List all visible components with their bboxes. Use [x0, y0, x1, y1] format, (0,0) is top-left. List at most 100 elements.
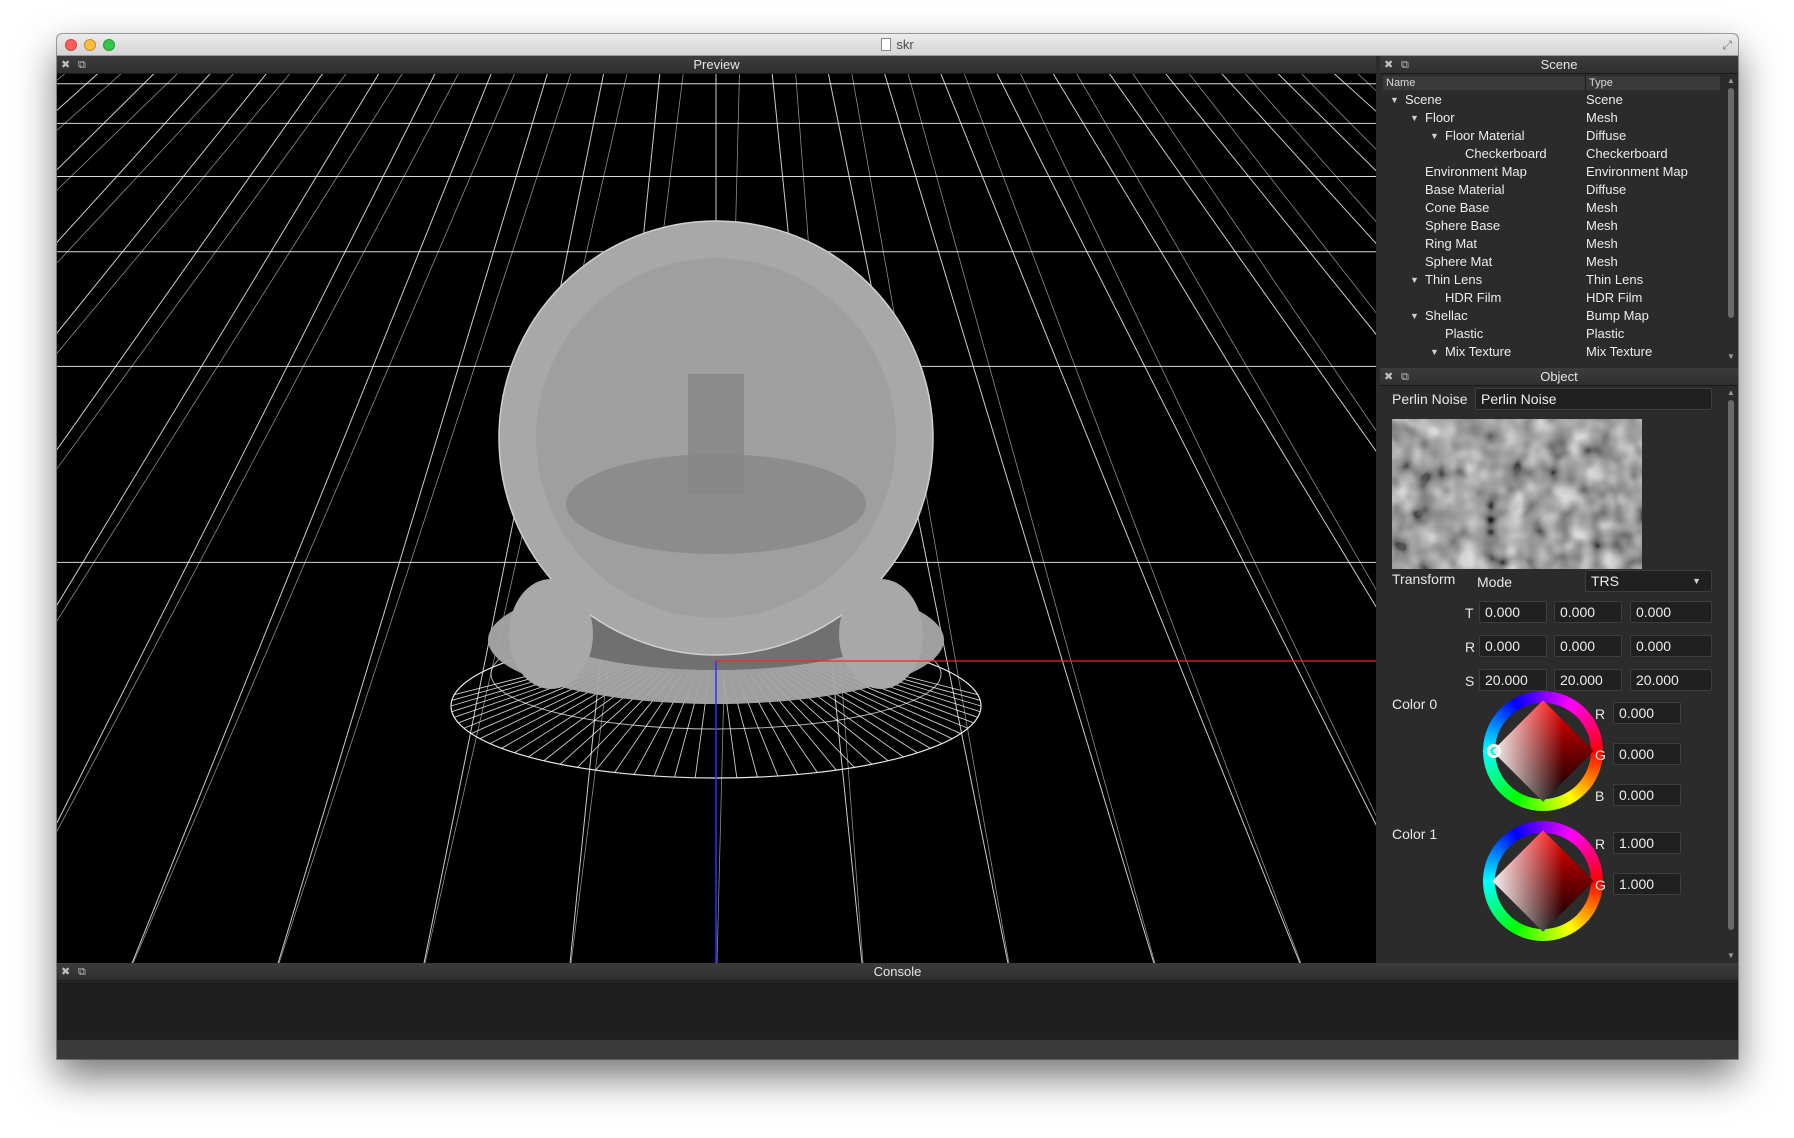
object-name-field[interactable]: Perlin Noise: [1475, 388, 1712, 410]
object-float-icon[interactable]: ⧉: [1401, 368, 1409, 386]
scene-float-icon[interactable]: ⧉: [1401, 56, 1409, 74]
grid-line: [57, 74, 116, 963]
grid-line: [57, 74, 296, 963]
expand-arrow-icon[interactable]: ▼: [1430, 127, 1439, 145]
tree-row[interactable]: ▼ Floor Mesh: [1383, 109, 1720, 127]
scene-panel-title-bar: ✖ ⧉ Scene: [1380, 56, 1738, 74]
scene-close-icon[interactable]: ✖: [1384, 56, 1393, 74]
tree-row[interactable]: Sphere Mat Mesh: [1383, 253, 1720, 271]
scale-y-field[interactable]: 20.000: [1554, 669, 1622, 691]
name-column-header[interactable]: Name: [1383, 76, 1586, 90]
rotate-y-field[interactable]: 0.000: [1554, 635, 1622, 657]
tree-row[interactable]: Base Material Diffuse: [1383, 181, 1720, 199]
mode-label: Mode: [1477, 574, 1513, 590]
noise-texture-image: [1392, 419, 1642, 569]
tree-row[interactable]: ▼ Floor Material Diffuse: [1383, 127, 1720, 145]
color0-r-field[interactable]: 0.000: [1613, 702, 1681, 724]
scene-tree[interactable]: Name Type ▼ Scene Scene ▼ Floor Mesh ▼ Floor Ma…: [1380, 74, 1738, 364]
tree-row-type: Bump Map: [1586, 308, 1649, 323]
color0-g-field[interactable]: 0.000: [1613, 743, 1681, 765]
tree-row[interactable]: Sphere Base Mesh: [1383, 217, 1720, 235]
tree-row[interactable]: ▼ Scene Scene: [1383, 91, 1720, 109]
expand-arrow-icon[interactable]: ▼: [1410, 109, 1419, 127]
expand-arrow-icon[interactable]: ▼: [1410, 307, 1419, 325]
grid-diagonal: [57, 74, 66, 81]
expand-arrow-icon[interactable]: ▼: [1390, 91, 1399, 109]
object-scrollbar[interactable]: ▲ ▼: [1726, 386, 1736, 963]
preview-viewport[interactable]: [57, 74, 1376, 963]
grid-line: [57, 74, 380, 606]
grid-diagonal: [1106, 74, 1376, 963]
grid-diagonal: [57, 74, 146, 963]
object-close-icon[interactable]: ✖: [1384, 368, 1393, 386]
scene-tree-header: Name Type: [1383, 76, 1720, 90]
scroll-up-icon[interactable]: ▲: [1727, 76, 1735, 85]
scroll-down-icon[interactable]: ▼: [1727, 352, 1735, 361]
tree-row[interactable]: Plastic Plastic: [1383, 325, 1720, 343]
grid-diagonal: [1166, 74, 1376, 963]
mode-select-value: TRS: [1591, 573, 1619, 589]
tree-row-type: Scene: [1586, 92, 1623, 107]
tree-row[interactable]: HDR Film HDR Film: [1383, 289, 1720, 307]
tree-row-type: HDR Film: [1586, 290, 1643, 305]
color0-b-label: B: [1595, 788, 1605, 804]
preview-close-icon[interactable]: ✖: [61, 56, 70, 74]
sphere-reflection-window: [688, 374, 744, 494]
grid-line: [1136, 74, 1376, 963]
tree-row[interactable]: ▼ Mix Texture Mix Texture: [1383, 343, 1720, 361]
fullscreen-icon[interactable]: ⤢: [1722, 38, 1732, 53]
color1-g-field[interactable]: 1.000: [1613, 873, 1681, 895]
grid-diagonal: [57, 74, 86, 963]
object-scrollbar-thumb[interactable]: [1728, 400, 1734, 930]
scroll-up-icon[interactable]: ▲: [1727, 388, 1735, 397]
mode-select[interactable]: TRS ▼: [1585, 570, 1712, 592]
grid-line: [57, 74, 236, 963]
color0-triangle-shade: [1492, 700, 1594, 802]
preview-float-icon[interactable]: ⧉: [78, 56, 86, 74]
type-column-header[interactable]: Type: [1586, 76, 1720, 90]
tree-row-type: Diffuse: [1586, 182, 1627, 197]
tree-row[interactable]: Checkerboard Checkerboard: [1383, 145, 1720, 163]
grid-line: [1277, 74, 1376, 172]
console-output[interactable]: [57, 982, 1738, 1039]
color0-wheel[interactable]: [1483, 691, 1603, 811]
grid-diagonal: [57, 74, 206, 963]
scene-scrollbar[interactable]: ▲ ▼: [1726, 74, 1736, 364]
grid-diagonal: [1020, 74, 1376, 817]
grid-line: [57, 74, 326, 963]
tree-row[interactable]: ▼ Thin Lens Thin Lens: [1383, 271, 1720, 289]
transform-label: Transform: [1392, 571, 1456, 587]
rotate-x-field[interactable]: 0.000: [1479, 635, 1547, 657]
tree-row-type: Mesh: [1586, 236, 1618, 251]
color0-label: Color 0: [1392, 696, 1438, 712]
expand-arrow-icon[interactable]: ▼: [1430, 343, 1439, 361]
rotate-z-field[interactable]: 0.000: [1630, 635, 1712, 657]
scale-x-field[interactable]: 20.000: [1479, 669, 1547, 691]
grid-diagonal: [1076, 74, 1376, 591]
tree-row[interactable]: Environment Map Environment Map: [1383, 163, 1720, 181]
console-close-icon[interactable]: ✖: [61, 963, 70, 981]
color1-r-field[interactable]: 1.000: [1613, 832, 1681, 854]
tree-row-type: Diffuse: [1586, 128, 1627, 143]
tree-row[interactable]: Cone Base Mesh: [1383, 199, 1720, 217]
expand-arrow-icon[interactable]: ▼: [1410, 271, 1419, 289]
grid-line: [57, 74, 323, 451]
tree-row[interactable]: Ring Mat Mesh: [1383, 235, 1720, 253]
scroll-down-icon[interactable]: ▼: [1727, 951, 1735, 960]
scene-scrollbar-thumb[interactable]: [1728, 88, 1734, 318]
color1-wheel[interactable]: [1483, 821, 1603, 941]
grid-line: [57, 74, 86, 963]
grid-line: [1221, 74, 1376, 245]
color0-b-field[interactable]: 0.000: [1613, 784, 1681, 806]
grid-line: [57, 74, 146, 963]
tree-row-type: Mesh: [1586, 200, 1618, 215]
tree-row[interactable]: ▼ Shellac Bump Map: [1383, 307, 1720, 325]
grid-line: [57, 74, 99, 112]
color0-knob[interactable]: [1487, 744, 1501, 758]
scale-z-field[interactable]: 20.000: [1630, 669, 1712, 691]
console-float-icon[interactable]: ⧉: [78, 963, 86, 981]
translate-y-field[interactable]: 0.000: [1554, 601, 1622, 623]
translate-x-field[interactable]: 0.000: [1479, 601, 1547, 623]
translate-z-field[interactable]: 0.000: [1630, 601, 1712, 623]
grid-diagonal: [1316, 74, 1376, 963]
